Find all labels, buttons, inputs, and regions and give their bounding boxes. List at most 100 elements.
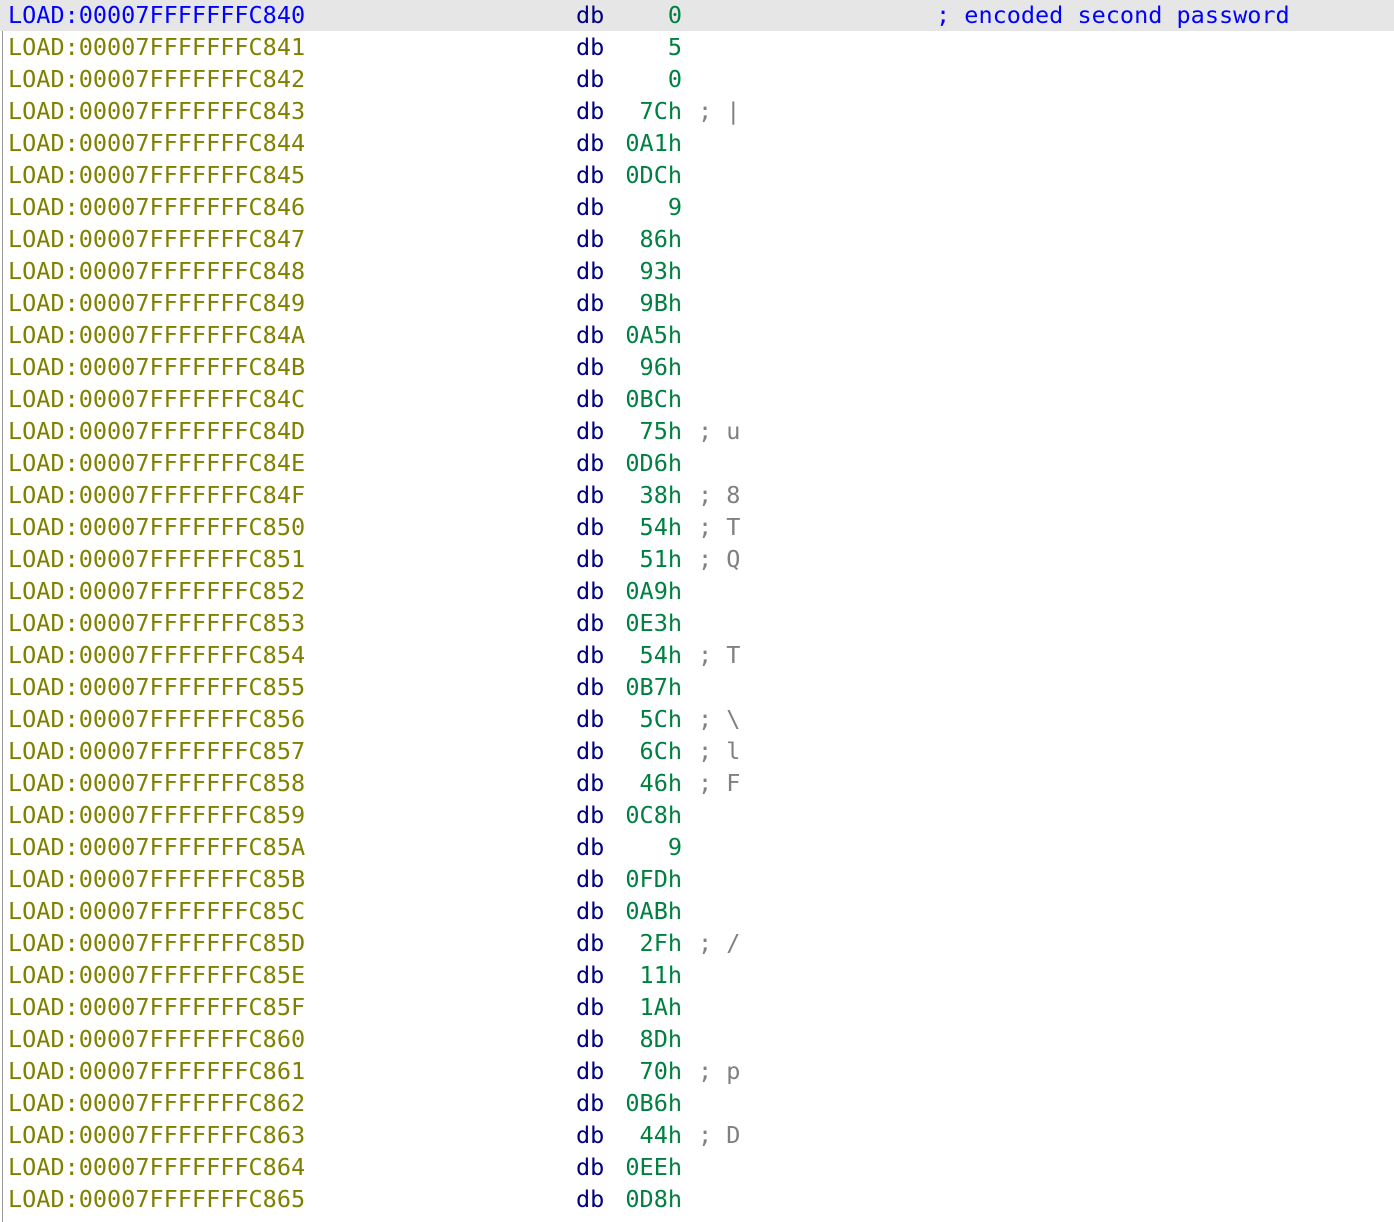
listing-row[interactable]: LOAD:00007FFFFFFFC849 db 9Bh [0,287,1394,319]
listing-row[interactable]: LOAD:00007FFFFFFFC840 db 0; encoded second… [0,0,1394,31]
address[interactable]: LOAD:00007FFFFFFFC853 [8,607,305,639]
address[interactable]: LOAD:00007FFFFFFFC862 [8,1087,305,1119]
address[interactable]: LOAD:00007FFFFFFFC860 [8,1023,305,1055]
address[interactable]: LOAD:00007FFFFFFFC84A [8,319,305,351]
address[interactable]: LOAD:00007FFFFFFFC865 [8,1183,305,1215]
address[interactable]: LOAD:00007FFFFFFFC859 [8,799,305,831]
address[interactable]: LOAD:00007FFFFFFFC841 [8,31,305,63]
disassembly-view[interactable]: LOAD:00007FFFFFFFC840 db 0; encoded second… [0,0,1394,1222]
listing-row[interactable]: LOAD:00007FFFFFFFC847 db 86h [0,223,1394,255]
address[interactable]: LOAD:00007FFFFFFFC857 [8,735,305,767]
listing-row[interactable]: LOAD:00007FFFFFFFC856 db 5Ch; \ [0,703,1394,735]
operand-value[interactable]: 0B7h [600,671,682,703]
address[interactable]: LOAD:00007FFFFFFFC840 [8,0,305,31]
listing-row[interactable]: LOAD:00007FFFFFFFC848 db 93h [0,255,1394,287]
address[interactable]: LOAD:00007FFFFFFFC852 [8,575,305,607]
listing-row[interactable]: LOAD:00007FFFFFFFC842 db 0 [0,63,1394,95]
listing-row[interactable]: LOAD:00007FFFFFFFC851 db 51h; Q [0,543,1394,575]
operand-value[interactable]: 0DCh [600,159,682,191]
address[interactable]: LOAD:00007FFFFFFFC850 [8,511,305,543]
operand-value[interactable]: 86h [600,223,682,255]
operand-value[interactable]: 0A1h [600,127,682,159]
operand-value[interactable]: 0FDh [600,863,682,895]
operand-value[interactable]: 75h [600,415,682,447]
operand-value[interactable]: 54h [600,511,682,543]
address[interactable]: LOAD:00007FFFFFFFC85E [8,959,305,991]
address[interactable]: LOAD:00007FFFFFFFC848 [8,255,305,287]
operand-value[interactable]: 0BCh [600,383,682,415]
listing-row[interactable]: LOAD:00007FFFFFFFC855 db 0B7h [0,671,1394,703]
address[interactable]: LOAD:00007FFFFFFFC863 [8,1119,305,1151]
listing-row[interactable]: LOAD:00007FFFFFFFC84D db 75h; u [0,415,1394,447]
listing-row[interactable]: LOAD:00007FFFFFFFC863 db 44h; D [0,1119,1394,1151]
operand-value[interactable]: 7Ch [600,95,682,127]
operand-value[interactable]: 46h [600,767,682,799]
address[interactable]: LOAD:00007FFFFFFFC84E [8,447,305,479]
operand-value[interactable]: 0E3h [600,607,682,639]
listing-row[interactable]: LOAD:00007FFFFFFFC850 db 54h; T [0,511,1394,543]
operand-value[interactable]: 51h [600,543,682,575]
listing-row[interactable]: LOAD:00007FFFFFFFC854 db 54h; T [0,639,1394,671]
address[interactable]: LOAD:00007FFFFFFFC851 [8,543,305,575]
operand-value[interactable]: 93h [600,255,682,287]
listing-row[interactable]: LOAD:00007FFFFFFFC84E db 0D6h [0,447,1394,479]
listing-row[interactable]: LOAD:00007FFFFFFFC845 db 0DCh [0,159,1394,191]
operand-value[interactable]: 1Ah [600,991,682,1023]
address[interactable]: LOAD:00007FFFFFFFC844 [8,127,305,159]
listing-row[interactable]: LOAD:00007FFFFFFFC84F db 38h; 8 [0,479,1394,511]
listing-row[interactable]: LOAD:00007FFFFFFFC844 db 0A1h [0,127,1394,159]
listing-row[interactable]: LOAD:00007FFFFFFFC85A db 9 [0,831,1394,863]
address[interactable]: LOAD:00007FFFFFFFC85D [8,927,305,959]
address[interactable]: LOAD:00007FFFFFFFC845 [8,159,305,191]
address[interactable]: LOAD:00007FFFFFFFC847 [8,223,305,255]
operand-value[interactable]: 0D6h [600,447,682,479]
listing-row[interactable]: LOAD:00007FFFFFFFC861 db 70h; p [0,1055,1394,1087]
address[interactable]: LOAD:00007FFFFFFFC843 [8,95,305,127]
operand-value[interactable]: 9 [600,831,682,863]
address[interactable]: LOAD:00007FFFFFFFC849 [8,287,305,319]
address[interactable]: LOAD:00007FFFFFFFC854 [8,639,305,671]
listing-row[interactable]: LOAD:00007FFFFFFFC85B db 0FDh [0,863,1394,895]
listing-row[interactable]: LOAD:00007FFFFFFFC852 db 0A9h [0,575,1394,607]
operand-value[interactable]: 8Dh [600,1023,682,1055]
address[interactable]: LOAD:00007FFFFFFFC85B [8,863,305,895]
listing-row[interactable]: LOAD:00007FFFFFFFC853 db 0E3h [0,607,1394,639]
address[interactable]: LOAD:00007FFFFFFFC85A [8,831,305,863]
operand-value[interactable]: 9Bh [600,287,682,319]
operand-value[interactable]: 0ABh [600,895,682,927]
address[interactable]: LOAD:00007FFFFFFFC858 [8,767,305,799]
listing-row[interactable]: LOAD:00007FFFFFFFC85D db 2Fh; / [0,927,1394,959]
operand-value[interactable]: 2Fh [600,927,682,959]
address[interactable]: LOAD:00007FFFFFFFC864 [8,1151,305,1183]
listing-row[interactable]: LOAD:00007FFFFFFFC843 db 7Ch; | [0,95,1394,127]
address[interactable]: LOAD:00007FFFFFFFC84F [8,479,305,511]
address[interactable]: LOAD:00007FFFFFFFC846 [8,191,305,223]
operand-value[interactable]: 0 [600,63,682,95]
address[interactable]: LOAD:00007FFFFFFFC856 [8,703,305,735]
address[interactable]: LOAD:00007FFFFFFFC855 [8,671,305,703]
operand-value[interactable]: 38h [600,479,682,511]
operand-value[interactable]: 5 [600,31,682,63]
listing-row[interactable]: LOAD:00007FFFFFFFC857 db 6Ch; l [0,735,1394,767]
operand-value[interactable]: 9 [600,191,682,223]
operand-value[interactable]: 6Ch [600,735,682,767]
listing-row[interactable]: LOAD:00007FFFFFFFC841 db 5 [0,31,1394,63]
listing-row[interactable]: LOAD:00007FFFFFFFC84A db 0A5h [0,319,1394,351]
operand-value[interactable]: 0 [600,0,682,31]
listing-row[interactable]: LOAD:00007FFFFFFFC85F db 1Ah [0,991,1394,1023]
operand-value[interactable]: 0EEh [600,1151,682,1183]
listing-row[interactable]: LOAD:00007FFFFFFFC860 db 8Dh [0,1023,1394,1055]
listing-row[interactable]: LOAD:00007FFFFFFFC85E db 11h [0,959,1394,991]
operand-value[interactable]: 96h [600,351,682,383]
listing-row[interactable]: LOAD:00007FFFFFFFC858 db 46h; F [0,767,1394,799]
address[interactable]: LOAD:00007FFFFFFFC84C [8,383,305,415]
listing-row[interactable]: LOAD:00007FFFFFFFC859 db 0C8h [0,799,1394,831]
listing-row[interactable]: LOAD:00007FFFFFFFC84B db 96h [0,351,1394,383]
listing-row[interactable]: LOAD:00007FFFFFFFC864 db 0EEh [0,1151,1394,1183]
operand-value[interactable]: 5Ch [600,703,682,735]
address[interactable]: LOAD:00007FFFFFFFC85F [8,991,305,1023]
operand-value[interactable]: 0C8h [600,799,682,831]
listing-row[interactable]: LOAD:00007FFFFFFFC84C db 0BCh [0,383,1394,415]
listing-row[interactable]: LOAD:00007FFFFFFFC846 db 9 [0,191,1394,223]
address[interactable]: LOAD:00007FFFFFFFC861 [8,1055,305,1087]
